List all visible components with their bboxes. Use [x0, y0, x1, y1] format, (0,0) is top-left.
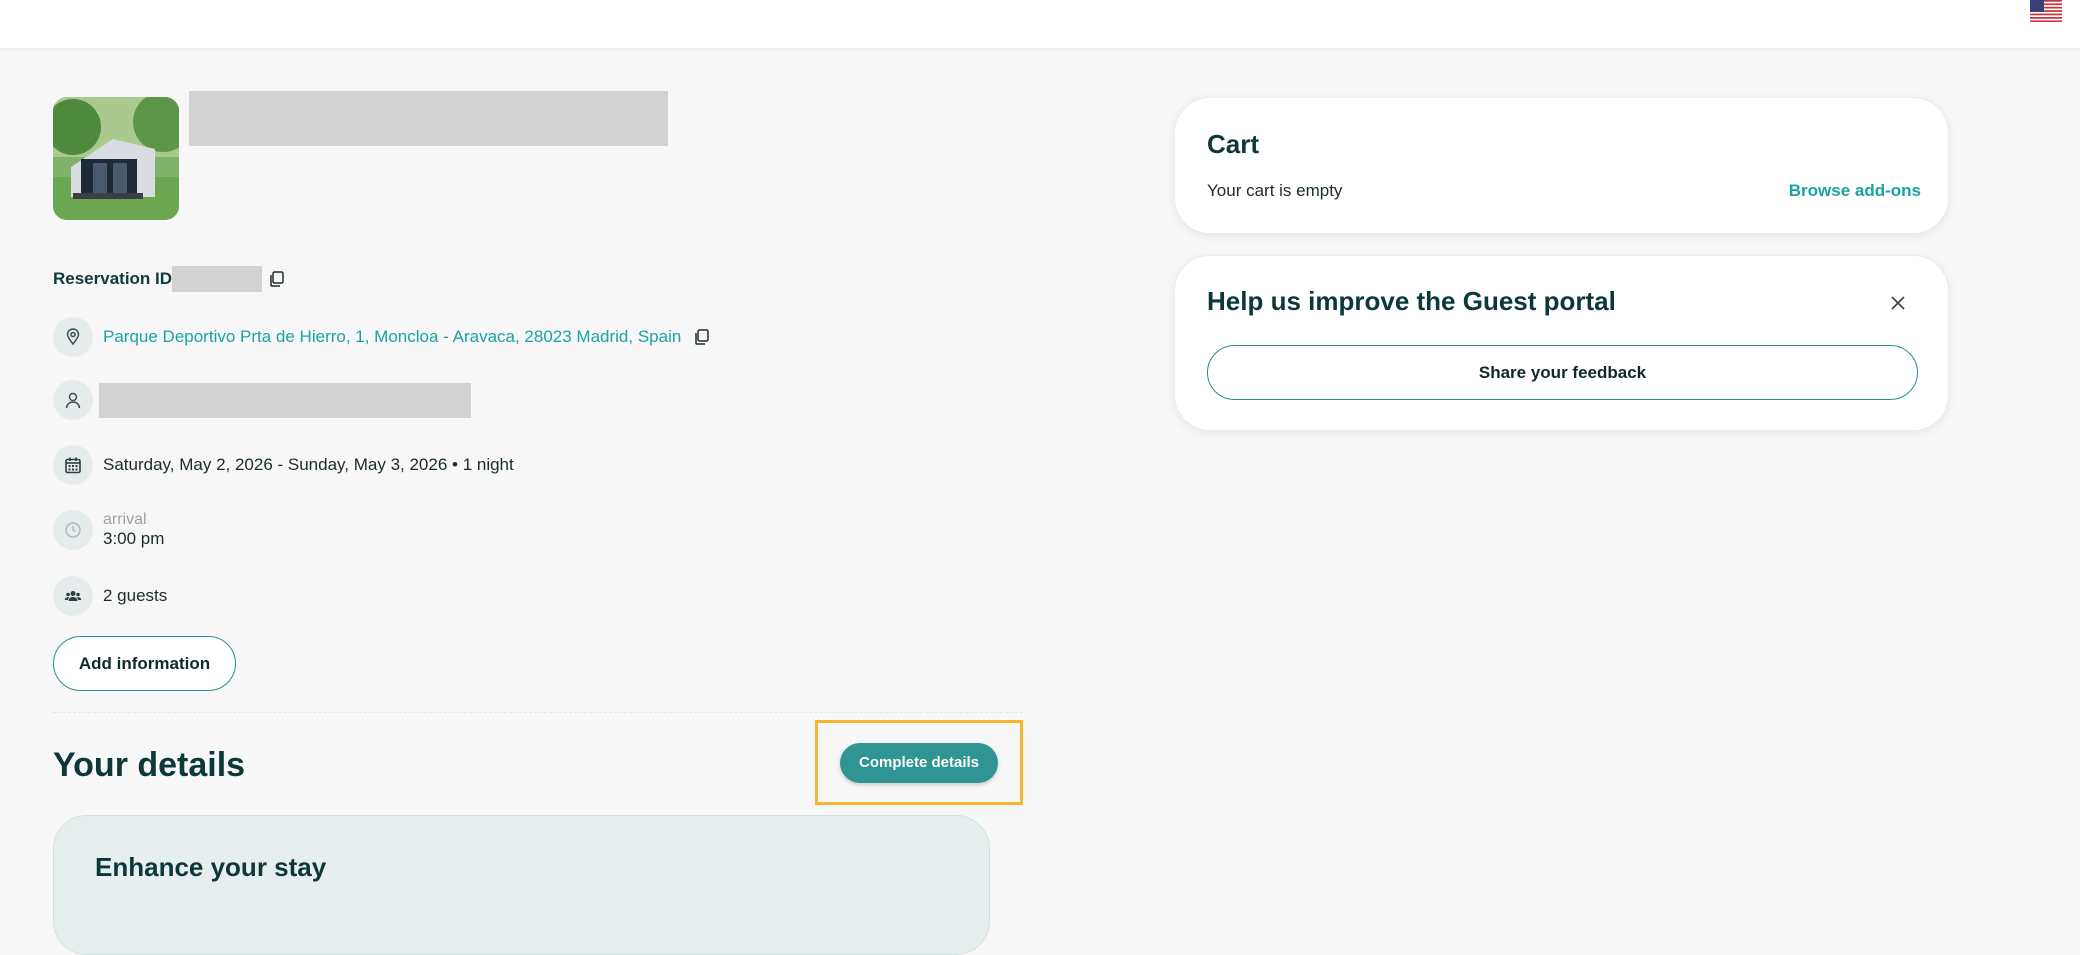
us-flag-icon[interactable]: [2030, 0, 2062, 22]
cart-empty-text: Your cart is empty: [1207, 181, 1343, 200]
reservation-id-redacted: [172, 266, 263, 292]
your-details-heading: Your details: [53, 746, 246, 784]
person-icon: [53, 380, 93, 420]
close-icon[interactable]: [1888, 293, 1908, 313]
cart-title: Cart: [1207, 129, 1260, 159]
arrival-row: arrival 3:00 pm: [53, 510, 164, 550]
property-name-redacted: [189, 91, 668, 146]
location-pin-icon: [53, 317, 93, 357]
guest-name-row: [53, 380, 471, 420]
complete-details-button[interactable]: Complete details: [840, 742, 998, 783]
arrival-label: arrival: [103, 511, 147, 528]
share-feedback-button[interactable]: Share your feedback: [1207, 345, 1918, 400]
address-row: Parque Deportivo Prta de Hierro, 1, Monc…: [53, 317, 711, 357]
guests-row: 2 guests: [53, 576, 167, 616]
enhance-heading: Enhance your stay: [95, 852, 327, 882]
feedback-title: Help us improve the Guest portal: [1207, 286, 1616, 316]
cart-card: Cart Your cart is empty Browse add-ons: [1174, 97, 1949, 234]
add-information-button[interactable]: Add information: [53, 636, 236, 691]
copy-address-icon[interactable]: [693, 328, 711, 346]
complete-details-highlight: Complete details: [815, 720, 1023, 805]
clock-icon: [53, 510, 93, 550]
section-divider: [53, 712, 1023, 713]
guest-name-redacted: [99, 382, 471, 418]
reservation-id: Reservation ID: [53, 266, 286, 292]
browse-add-ons-link[interactable]: Browse add-ons: [1789, 181, 1921, 201]
enhance-your-stay-card: Enhance your stay: [53, 815, 990, 955]
dates-row: Saturday, May 2, 2026 - Sunday, May 3, 2…: [53, 445, 514, 485]
address-link[interactable]: Parque Deportivo Prta de Hierro, 1, Monc…: [103, 327, 681, 347]
feedback-card: Help us improve the Guest portal Share y…: [1174, 255, 1949, 431]
group-icon: [53, 576, 93, 616]
copy-icon[interactable]: [268, 270, 286, 288]
reservation-id-label: Reservation ID: [53, 269, 173, 288]
calendar-icon: [53, 445, 93, 485]
top-bar: [0, 0, 2080, 48]
arrival-time: 3:00 pm: [103, 529, 165, 548]
guest-count: 2 guests: [103, 586, 168, 605]
stay-dates: Saturday, May 2, 2026 - Sunday, May 3, 2…: [103, 455, 514, 474]
property-photo: [53, 97, 179, 220]
